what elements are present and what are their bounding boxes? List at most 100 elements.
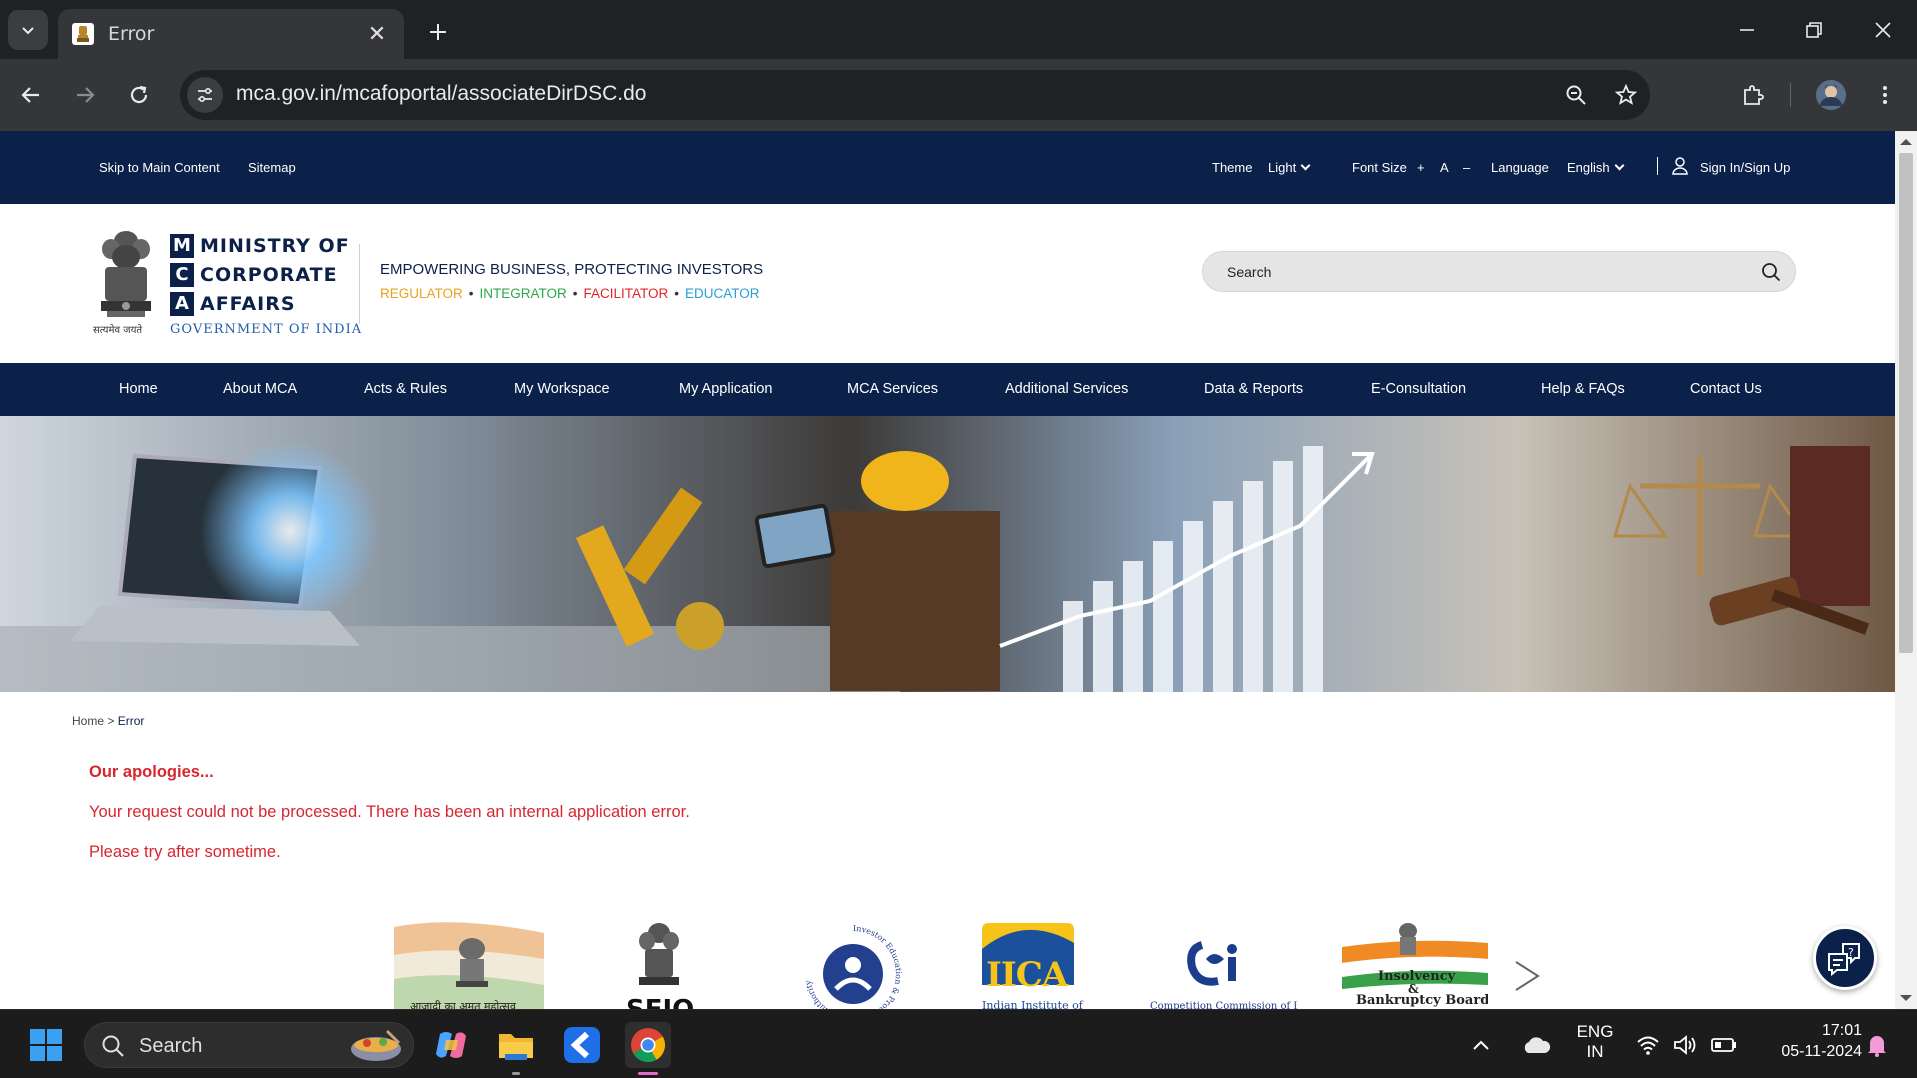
wifi-status[interactable] (1633, 1022, 1663, 1068)
taskbar-search-label: Search (139, 1035, 203, 1057)
nav-my-workspace[interactable]: My Workspace (514, 381, 610, 397)
breadcrumb-separator: > (107, 714, 115, 728)
forward-button[interactable] (65, 75, 105, 115)
roles-line: REGULATOR • INTEGRATOR • FACILITATOR • EDUCATO… (380, 286, 760, 301)
iepfa-logo[interactable]: Investor Education & Protection Fund Aut… (798, 919, 908, 1009)
back-button[interactable] (11, 75, 51, 115)
tab-search-button[interactable] (8, 10, 48, 50)
nav-contact-us[interactable]: Contact Us (1690, 381, 1762, 397)
battery-status[interactable] (1709, 1022, 1739, 1068)
error-message: Your request could not be processed. The… (89, 803, 690, 821)
tagline: EMPOWERING BUSINESS, PROTECTING INVESTOR… (380, 261, 764, 278)
cci-logo[interactable]: Competition Commission of India (1148, 919, 1298, 1009)
nav-my-application[interactable]: My Application (679, 381, 773, 397)
iica-logo[interactable]: IICA Indian Institute of (980, 919, 1090, 1009)
search-icon (102, 1035, 124, 1057)
cci-subtitle: Competition Commission of India (1150, 1001, 1298, 1009)
battery-icon (1711, 1038, 1736, 1052)
sfio-logo[interactable]: SFIO (617, 919, 701, 1009)
mca-logo[interactable]: M MINISTRY OF C CORPORATE A AFFAIRS GOVERNM… (170, 231, 362, 337)
role-facilitator: FACILITATOR (583, 286, 669, 301)
start-button[interactable] (23, 1022, 69, 1068)
minimize-icon (1740, 29, 1754, 31)
site-header: सत्यमेव जयते M MINISTRY OF C CORPORATE A AF… (0, 204, 1895, 363)
wifi-icon (1637, 1036, 1659, 1055)
address-bar[interactable]: mca.gov.in/mcafoportal/associateDirDSC.d… (180, 70, 1650, 120)
clock[interactable]: 17:01 05-11-2024 (1752, 1022, 1862, 1061)
scrollbar-thumb[interactable] (1899, 153, 1913, 653)
close-icon (1875, 22, 1891, 38)
scroll-up-arrow-icon[interactable] (1900, 139, 1912, 145)
chevron-right-icon (1515, 961, 1540, 991)
close-window-button[interactable] (1863, 10, 1903, 50)
copilot-app[interactable] (428, 1022, 474, 1068)
arrow-left-icon (21, 87, 39, 103)
bookmark-star-icon[interactable] (1610, 79, 1642, 111)
nav-acts-rules[interactable]: Acts & Rules (364, 381, 447, 397)
skip-to-main-link[interactable]: Skip to Main Content (99, 160, 220, 175)
pinned-arrow-app[interactable] (559, 1022, 605, 1068)
nav-home[interactable]: Home (119, 381, 158, 397)
browser-toolbar: mca.gov.in/mcafoportal/associateDirDSC.d… (0, 59, 1917, 131)
language-indicator[interactable]: ENG IN (1570, 1022, 1620, 1062)
role-educator: EDUCATOR (685, 286, 760, 301)
new-tab-button[interactable] (420, 14, 456, 50)
browser-tab-active[interactable]: Error ✕ (58, 9, 404, 59)
emblem-favicon-icon (72, 23, 94, 45)
volume-status[interactable] (1670, 1022, 1700, 1068)
onedrive-button[interactable] (1518, 1022, 1554, 1068)
search-icon[interactable] (1761, 262, 1781, 282)
nav-additional-services[interactable]: Additional Services (1005, 381, 1128, 397)
taskbar-search[interactable]: Search (84, 1022, 414, 1068)
puzzle-icon (1744, 85, 1764, 105)
error-retry-message: Please try after sometime. (89, 843, 281, 861)
chevron-down-icon (1300, 160, 1311, 171)
site-search-input[interactable]: Search (1202, 251, 1796, 292)
nav-e-consultation[interactable]: E-Consultation (1371, 381, 1466, 397)
theme-select[interactable]: Light (1268, 160, 1311, 175)
chevron-up-icon (1473, 1040, 1489, 1050)
profile-avatar[interactable] (1811, 75, 1851, 115)
page-scrollbar[interactable] (1895, 131, 1917, 1009)
restore-button[interactable] (1794, 10, 1834, 50)
file-explorer-app[interactable] (493, 1022, 539, 1068)
logo-word: AFFAIRS (200, 292, 296, 315)
minimize-button[interactable] (1727, 10, 1767, 50)
error-title: Our apologies... (89, 763, 214, 781)
font-normal-button[interactable]: A (1440, 160, 1449, 175)
language-select[interactable]: English (1567, 160, 1625, 175)
notifications-button[interactable] (1862, 1022, 1892, 1068)
nav-data-reports[interactable]: Data & Reports (1204, 381, 1303, 397)
search-placeholder: Search (1227, 264, 1272, 280)
nav-about-mca[interactable]: About MCA (223, 381, 297, 397)
ibbi-logo[interactable]: Insolvency & Bankruptcy Board (1342, 917, 1488, 1009)
scroll-down-arrow-icon[interactable] (1900, 995, 1912, 1001)
show-hidden-icons-button[interactable] (1466, 1022, 1496, 1068)
font-decrease-button[interactable]: – (1463, 160, 1470, 175)
nav-help-faqs[interactable]: Help & FAQs (1541, 381, 1625, 397)
chrome-app[interactable] (625, 1022, 671, 1068)
sitemap-link[interactable]: Sitemap (248, 160, 296, 175)
font-increase-button[interactable]: + (1417, 160, 1425, 175)
reload-icon (130, 85, 148, 104)
carousel-next-button[interactable] (1512, 956, 1542, 996)
main-navigation: Home About MCA Acts & Rules My Workspace… (0, 363, 1895, 416)
url-text[interactable]: mca.gov.in/mcafoportal/associateDirDSC.d… (236, 82, 646, 106)
extensions-button[interactable] (1733, 75, 1773, 115)
language-label: Language (1491, 160, 1549, 175)
logo-word: MINISTRY OF (200, 234, 350, 257)
site-info-icon[interactable] (187, 77, 223, 113)
tab-close-icon[interactable]: ✕ (364, 22, 390, 47)
azadi-ka-amrit-mahotsav-logo[interactable]: आज़ादी का अमृत महोत्सव (394, 919, 546, 1009)
browser-menu-button[interactable] (1865, 75, 1905, 115)
help-chat-button[interactable]: ? (1813, 926, 1877, 990)
restore-icon (1806, 22, 1822, 38)
breadcrumb-home[interactable]: Home (72, 714, 104, 728)
logo-word: CORPORATE (200, 263, 338, 286)
zoom-icon[interactable] (1560, 79, 1592, 111)
signin-link[interactable]: Sign In/Sign Up (1700, 160, 1790, 175)
emblem-motto: सत्यमेव जयते (93, 325, 143, 336)
nav-mca-services[interactable]: MCA Services (847, 381, 938, 397)
clock-date: 05-11-2024 (1781, 1043, 1862, 1060)
reload-button[interactable] (119, 75, 159, 115)
